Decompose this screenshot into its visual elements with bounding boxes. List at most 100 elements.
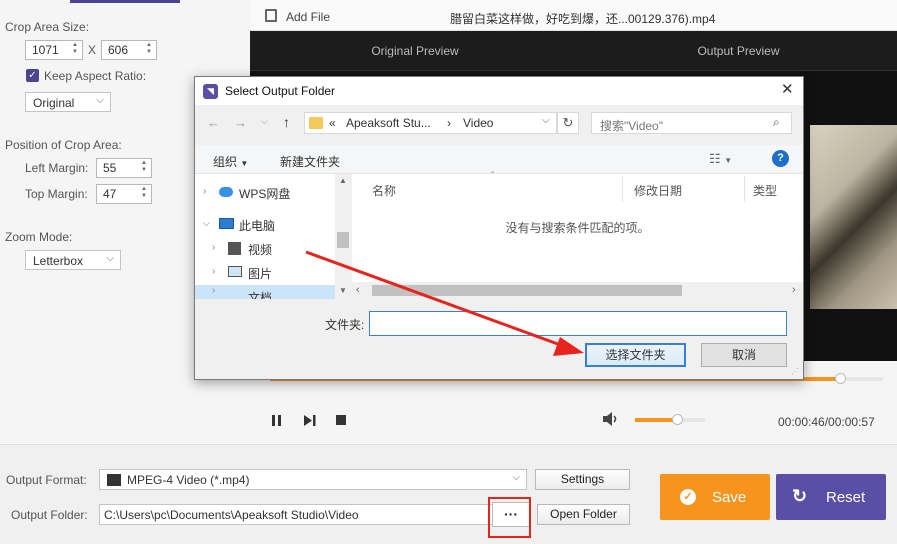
new-folder-button[interactable]: 新建文件夹 (280, 153, 340, 170)
next-frame-icon[interactable] (304, 415, 316, 426)
forward-arrow-icon[interactable]: → (234, 115, 247, 130)
h-scroll-thumb[interactable] (372, 285, 682, 296)
volume-icon[interactable] (603, 412, 619, 426)
output-folder-label: Output Folder: (11, 508, 88, 522)
organize-button[interactable]: 组织 ▼ (213, 153, 248, 170)
horizontal-scrollbar[interactable]: ‹ › (352, 282, 803, 299)
sort-chevron-icon: ˆ (491, 171, 495, 182)
settings-button[interactable]: Settings (535, 469, 630, 490)
expand-chevron-icon[interactable]: › (212, 242, 215, 253)
output-format-value: MPEG-4 Video (*.mp4) (127, 473, 250, 487)
folder-field-label: 文件夹: (325, 318, 365, 332)
spin-arrows-icon[interactable]: ▲ ▼ (139, 160, 149, 176)
chevron-down-icon: ⌵ (106, 253, 114, 264)
search-box[interactable]: 搜索"Video" ⌕ (591, 112, 792, 134)
annotation-highlight-box (488, 497, 531, 538)
crop-width-input[interactable]: 1071 ▲ ▼ (25, 40, 83, 60)
tree-item-pictures[interactable]: 图片 (248, 265, 272, 282)
select-folder-button[interactable]: 选择文件夹 (585, 343, 686, 367)
add-file-button[interactable]: Add File (286, 10, 330, 24)
expand-chevron-icon[interactable]: › (212, 285, 215, 296)
keep-aspect-checkbox[interactable]: ✓ (26, 69, 39, 82)
column-date[interactable]: 修改日期 (634, 182, 682, 199)
scroll-up-icon[interactable]: ▲ (339, 176, 347, 185)
left-margin-input[interactable]: 55 ▲ ▼ (96, 158, 152, 178)
check-circle-icon: ✓ (680, 489, 696, 505)
path-segment-video[interactable]: Video (463, 116, 493, 130)
path-segment-apeaksoft[interactable]: Apeaksoft Stu... (346, 116, 431, 130)
resize-grip-icon[interactable]: ⋰ (791, 367, 799, 376)
back-arrow-icon[interactable]: ← (207, 115, 220, 130)
volume-handle[interactable] (672, 414, 683, 425)
tree-item-this-pc[interactable]: 此电脑 (239, 217, 275, 234)
path-prefix: « (329, 116, 336, 130)
x-separator: X (88, 43, 97, 57)
scroll-right-icon[interactable]: › (792, 284, 796, 296)
dialog-title: Select Output Folder (225, 84, 336, 98)
spin-arrows-icon[interactable]: ▲ ▼ (139, 186, 149, 202)
left-margin-label: Left Margin: (25, 161, 89, 175)
pictures-folder-icon (228, 266, 242, 277)
search-icon: ⌕ (773, 115, 780, 129)
expand-chevron-icon[interactable]: › (203, 186, 206, 197)
spin-arrows-icon[interactable]: ▲ ▼ (144, 42, 154, 58)
collapse-chevron-icon[interactable]: ⌵ (203, 218, 210, 229)
expand-chevron-icon[interactable]: › (212, 266, 215, 277)
spin-arrows-icon[interactable]: ▲ ▼ (70, 42, 80, 58)
view-options-icon[interactable]: ☷ ▼ (709, 151, 732, 167)
folder-icon (309, 117, 323, 129)
navigation-tree: › WPS网盘 ⌵ 此电脑 › 视频 › 图片 › 文档 ▲ ▼ (195, 174, 351, 299)
video-format-icon (107, 474, 121, 486)
output-preview-label: Output Preview (697, 44, 780, 58)
zoom-mode-select[interactable]: Letterbox ⌵ (25, 250, 121, 270)
open-folder-button[interactable]: Open Folder (537, 504, 630, 525)
volume-track[interactable] (635, 418, 705, 422)
scroll-left-icon[interactable]: ‹ (356, 284, 360, 296)
reset-button[interactable]: ↻ Reset (776, 474, 886, 520)
column-divider (744, 176, 745, 202)
tree-scroll-thumb[interactable] (337, 232, 349, 248)
dialog-title-bar: ◥ Select Output Folder ✕ (195, 77, 803, 105)
up-arrow-icon[interactable]: ↑ (283, 114, 290, 130)
volume-fill (635, 418, 677, 422)
save-button[interactable]: ✓ Save (660, 474, 770, 520)
tree-scrollbar[interactable]: ▲ ▼ (335, 174, 351, 299)
chevron-down-icon: ⌵ (512, 472, 520, 483)
zoom-mode-label: Zoom Mode: (5, 230, 73, 244)
chevron-down-icon[interactable]: ⌵ (542, 115, 550, 126)
app-logo-icon: ◥ (203, 84, 218, 99)
progress-handle[interactable] (835, 373, 847, 384)
organize-label: 组织 (213, 155, 238, 169)
scroll-down-icon[interactable]: ▼ (339, 286, 347, 295)
pause-icon[interactable] (272, 415, 282, 426)
refresh-icon[interactable]: ↻ (557, 112, 579, 134)
top-margin-input[interactable]: 47 ▲ ▼ (96, 184, 152, 204)
column-type[interactable]: 类型 (753, 182, 777, 199)
video-frame-image (810, 125, 897, 309)
dialog-footer: 文件夹: 选择文件夹 取消 ⋰ (195, 299, 803, 379)
empty-message: 没有与搜索条件匹配的项。 (505, 221, 650, 235)
crop-height-input[interactable]: 606 ▲ ▼ (101, 40, 157, 60)
add-file-icon[interactable] (265, 9, 277, 22)
folder-name-input[interactable] (369, 311, 787, 336)
tree-item-wps[interactable]: WPS网盘 (239, 185, 290, 202)
output-folder-input[interactable]: C:\Users\pc\Documents\Apeaksoft Studio\V… (99, 504, 527, 525)
tree-item-videos[interactable]: 视频 (248, 241, 272, 258)
keep-aspect-label: Keep Aspect Ratio: (44, 69, 147, 83)
crop-area-label: Crop Area Size: (5, 20, 90, 34)
left-margin-value: 55 (103, 161, 117, 175)
tree-item-documents-row[interactable]: › 文档 (195, 285, 335, 299)
address-bar[interactable]: « Apeaksoft Stu... › Video ⌵ (304, 112, 557, 134)
tree-item-documents[interactable]: 文档 (248, 289, 272, 299)
help-icon[interactable]: ? (772, 150, 789, 167)
cancel-button[interactable]: 取消 (701, 343, 787, 367)
aspect-ratio-select[interactable]: Original ⌵ (25, 92, 111, 112)
column-name[interactable]: 名称 (372, 182, 396, 199)
close-icon[interactable]: ✕ (781, 80, 794, 98)
recent-chevron-icon[interactable]: ⌵ (261, 116, 268, 127)
stop-icon[interactable] (336, 415, 346, 425)
file-name: 腊留白菜这样做，好吃到爆，还...00129.376).mp4 (450, 12, 716, 26)
output-format-select[interactable]: MPEG-4 Video (*.mp4) ⌵ (99, 469, 527, 490)
chevron-down-icon: ⌵ (96, 95, 104, 106)
output-folder-value: C:\Users\pc\Documents\Apeaksoft Studio\V… (104, 508, 359, 522)
